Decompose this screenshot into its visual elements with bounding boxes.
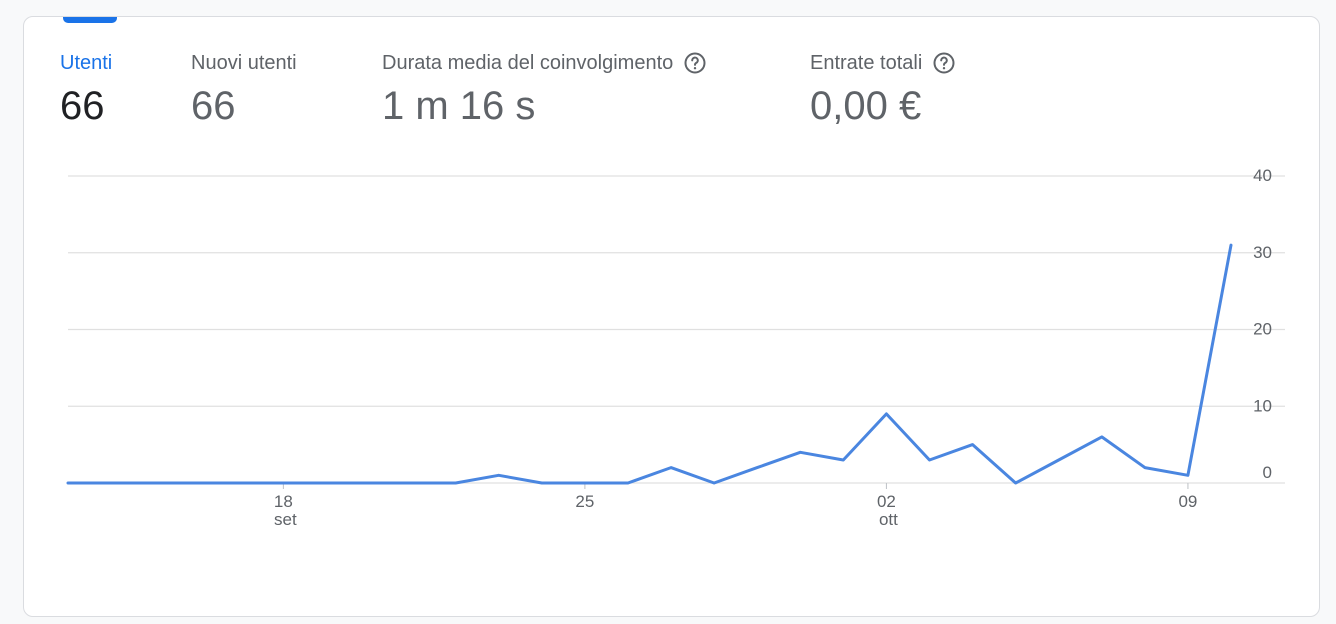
y-tick-label: 40 — [1253, 166, 1272, 185]
x-tick-month-label: ott — [879, 510, 898, 529]
series-line — [66, 243, 1233, 485]
y-tick-label: 10 — [1253, 396, 1272, 415]
users-overview-card: Utenti 66 Nuovi utenti 66 Durata media d… — [23, 16, 1320, 617]
x-tick-label: 09 — [1178, 492, 1197, 511]
x-tick-label: 02 — [877, 492, 896, 511]
x-tick-label: 18 — [274, 492, 293, 511]
y-tick-label: 0 — [1263, 463, 1272, 482]
y-tick-label: 30 — [1253, 243, 1272, 262]
x-tick-month-label: set — [274, 510, 297, 529]
users-line-chart: 40 30 20 10 0 18set 25 02ott 09 — [66, 166, 1285, 529]
y-tick-label: 20 — [1253, 320, 1272, 339]
x-tick-label: 25 — [575, 492, 594, 511]
